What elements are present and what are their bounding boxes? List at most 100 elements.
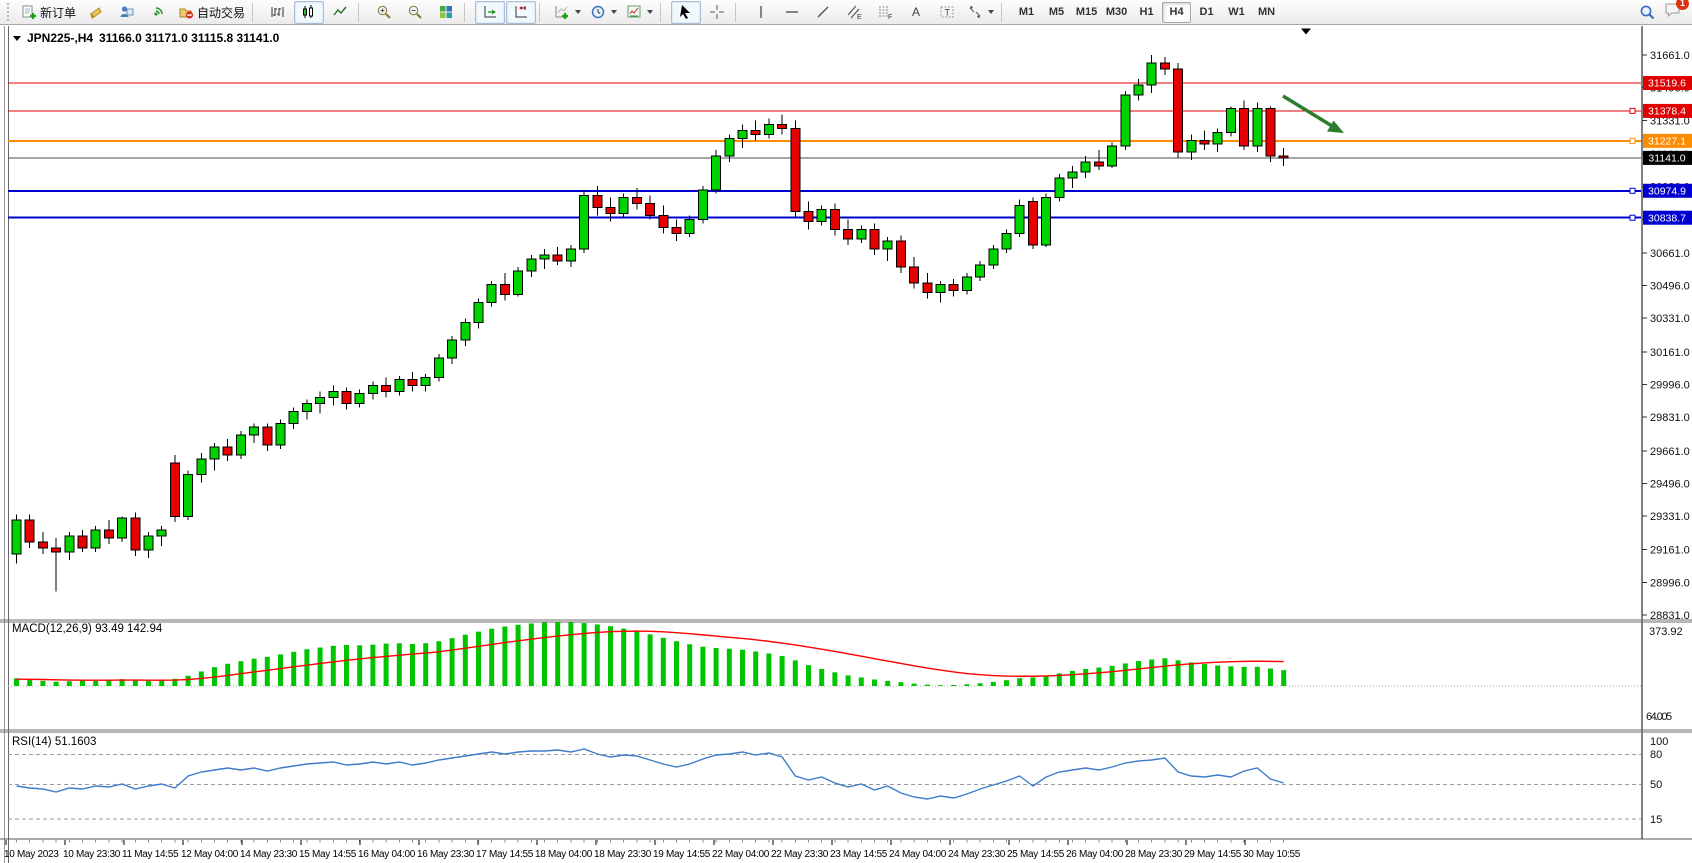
- candle: [144, 536, 153, 550]
- candle: [1174, 69, 1183, 152]
- new-order-button[interactable]: 新订单: [17, 1, 80, 24]
- trend-arrow[interactable]: [1283, 96, 1344, 133]
- macd-bar: [912, 684, 917, 686]
- chart-shift-marker[interactable]: [1301, 29, 1311, 35]
- horizontal-line-button[interactable]: [777, 1, 807, 24]
- candle: [1002, 233, 1011, 249]
- macd-bar: [291, 652, 296, 686]
- candle: [395, 380, 404, 392]
- indicators-button[interactable]: [550, 1, 585, 24]
- text-button[interactable]: A: [901, 1, 931, 24]
- auto-scroll-button[interactable]: [475, 1, 505, 24]
- candle: [91, 530, 100, 548]
- time-label: 16 May 04:00: [358, 849, 416, 860]
- level-handle[interactable]: [1630, 108, 1635, 113]
- macd-bar: [1189, 662, 1194, 686]
- toolbar-separator: [735, 3, 742, 22]
- macd-bar: [357, 645, 362, 686]
- auto-trading-button[interactable]: 自动交易: [174, 1, 249, 24]
- chart-shift-button[interactable]: [506, 1, 536, 24]
- macd-bar: [397, 643, 402, 686]
- candle: [764, 124, 773, 134]
- templates-button[interactable]: [622, 1, 657, 24]
- macd-bar: [1149, 659, 1154, 686]
- trendline-button[interactable]: [808, 1, 838, 24]
- time-label: 16 May 23:30: [417, 849, 475, 860]
- price-tick: 29661.0: [1650, 446, 1690, 458]
- tf-m30-button[interactable]: M30: [1102, 2, 1131, 23]
- candle: [1068, 172, 1077, 178]
- macd-bar: [978, 683, 983, 686]
- candle: [514, 271, 523, 295]
- candle: [276, 423, 285, 445]
- candle: [302, 403, 311, 411]
- vertical-line-button[interactable]: [746, 1, 776, 24]
- macd-bar: [370, 645, 375, 686]
- tf-h4-button[interactable]: H4: [1162, 2, 1191, 23]
- chart-menu-icon[interactable]: [13, 36, 21, 41]
- tf-m5-button[interactable]: M5: [1042, 2, 1071, 23]
- candle: [408, 380, 417, 386]
- zoom-out-button[interactable]: [400, 1, 430, 24]
- tf-d1-button[interactable]: D1: [1192, 2, 1221, 23]
- line-chart-icon: [332, 4, 348, 20]
- candle: [857, 229, 866, 239]
- text-label-button[interactable]: T: [932, 1, 962, 24]
- crosshair-icon: [709, 4, 725, 20]
- time-axis: 10 May 202310 May 23:3011 May 14:5512 Ma…: [4, 840, 1301, 860]
- equidistant-channel-button[interactable]: E: [839, 1, 869, 24]
- candle: [1240, 109, 1249, 147]
- macd-bar: [1083, 669, 1088, 686]
- macd-bar: [806, 665, 811, 686]
- chart-area[interactable]: 31661.031496.031331.031161.030996.030831…: [0, 0, 1692, 863]
- candle: [698, 190, 707, 220]
- new-order-label: 新订单: [40, 4, 76, 21]
- level-handle[interactable]: [1630, 215, 1635, 220]
- time-label: 24 May 04:00: [889, 849, 947, 860]
- tf-m1-button[interactable]: M1: [1012, 2, 1041, 23]
- level-handle[interactable]: [1630, 138, 1635, 143]
- tf-w1-button[interactable]: W1: [1222, 2, 1251, 23]
- candle: [1253, 109, 1262, 147]
- crosshair-button[interactable]: [702, 1, 732, 24]
- macd-bottom-scale: 64.005: [1646, 711, 1671, 723]
- tile-windows-button[interactable]: [431, 1, 461, 24]
- tf-mn-button[interactable]: MN: [1252, 2, 1281, 23]
- bar-chart-icon: [270, 4, 286, 20]
- line-chart-button[interactable]: [325, 1, 355, 24]
- metaeditor-button[interactable]: [81, 1, 111, 24]
- arrows-button[interactable]: [963, 1, 998, 24]
- search-button[interactable]: [1639, 4, 1656, 21]
- fibonacci-button[interactable]: F: [870, 1, 900, 24]
- macd-bar: [740, 650, 745, 686]
- time-label: 10 May 23:30: [63, 849, 121, 860]
- notifications-button[interactable]: 1: [1664, 2, 1682, 23]
- dropdown-arrow-icon: [611, 10, 617, 14]
- macd-bar: [304, 649, 309, 686]
- toolbar-grip[interactable]: [7, 3, 13, 21]
- candle: [250, 427, 259, 435]
- bar-chart-button[interactable]: [263, 1, 293, 24]
- signals-button[interactable]: [143, 1, 173, 24]
- text-label-icon: T: [939, 4, 955, 20]
- rsi-scale-label: 100: [1650, 736, 1668, 748]
- macd-bar: [819, 669, 824, 686]
- time-label: 14 May 23:30: [240, 849, 298, 860]
- macd-bar: [1136, 661, 1141, 686]
- tf-h1-button[interactable]: H1: [1132, 2, 1161, 23]
- macd-bar: [1215, 665, 1220, 686]
- candle: [632, 198, 641, 204]
- candle: [329, 392, 338, 398]
- zoom-in-button[interactable]: [369, 1, 399, 24]
- time-label: 25 May 14:55: [1007, 849, 1065, 860]
- tf-m15-button[interactable]: M15: [1072, 2, 1101, 23]
- candle: [342, 392, 351, 404]
- candlestick-chart-button[interactable]: [294, 1, 324, 24]
- cursor-button[interactable]: [671, 1, 701, 24]
- rsi-scale: 100805015: [1650, 736, 1668, 826]
- macd-bar: [555, 622, 560, 686]
- periods-button[interactable]: [586, 1, 621, 24]
- macd-bar: [1255, 667, 1260, 686]
- profile-button[interactable]: [112, 1, 142, 24]
- level-handle[interactable]: [1630, 188, 1635, 193]
